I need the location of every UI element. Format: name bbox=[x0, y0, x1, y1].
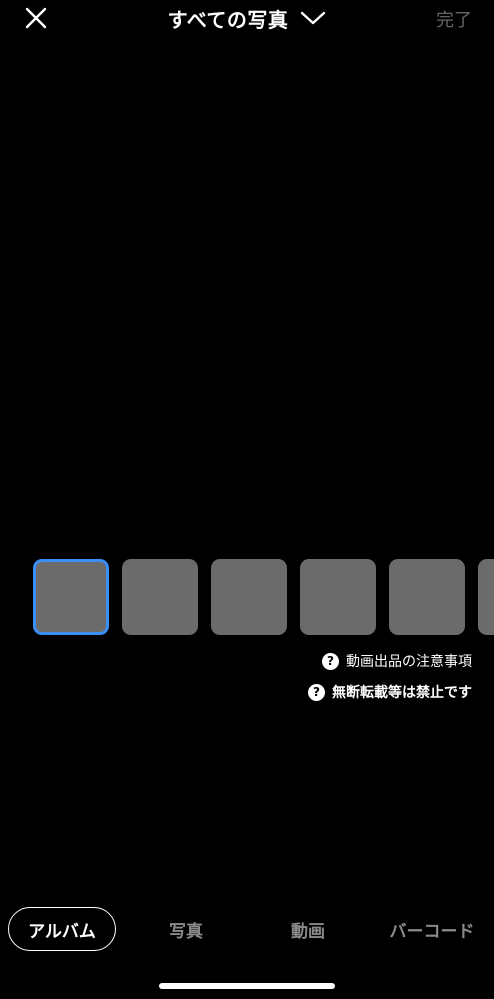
tab-photo[interactable]: 写真 bbox=[140, 907, 232, 951]
thumbnail-slot[interactable] bbox=[389, 559, 465, 635]
done-button[interactable]: 完了 bbox=[436, 6, 472, 32]
album-selector-button[interactable]: すべての写真 bbox=[168, 4, 327, 33]
page-title: すべての写真 bbox=[167, 7, 289, 32]
thumbnail-list bbox=[33, 559, 494, 635]
thumbnail-slot[interactable] bbox=[33, 559, 109, 635]
close-button[interactable] bbox=[22, 4, 50, 32]
close-icon bbox=[25, 7, 47, 29]
thumbnail-slot[interactable] bbox=[300, 559, 376, 635]
chevron-down-icon bbox=[301, 11, 326, 25]
source-tab-bar: アルバム 写真 動画 バーコード bbox=[0, 907, 494, 953]
tab-barcode[interactable]: バーコード bbox=[380, 907, 484, 951]
top-bar: すべての写真 完了 bbox=[0, 0, 494, 36]
thumbnail-slot[interactable] bbox=[122, 559, 198, 635]
note-label: 動画出品の注意事項 bbox=[346, 654, 472, 670]
selected-media-strip[interactable] bbox=[33, 559, 494, 637]
notice-links: ? 動画出品の注意事項 ? 無断転載等は禁止です bbox=[308, 650, 472, 712]
tab-video[interactable]: 動画 bbox=[262, 907, 354, 951]
help-circle-icon: ? bbox=[322, 652, 339, 670]
no-reposting-notice-link[interactable]: ? 無断転載等は禁止です bbox=[308, 681, 472, 703]
home-indicator[interactable] bbox=[159, 983, 335, 989]
note-label: 無断転載等は禁止です bbox=[332, 685, 472, 701]
video-listing-notes-link[interactable]: ? 動画出品の注意事項 bbox=[308, 650, 472, 672]
title-container: すべての写真 bbox=[0, 0, 494, 36]
tab-album[interactable]: アルバム bbox=[8, 907, 116, 951]
thumbnail-slot[interactable] bbox=[478, 559, 494, 635]
help-circle-icon: ? bbox=[308, 683, 325, 701]
thumbnail-slot[interactable] bbox=[211, 559, 287, 635]
